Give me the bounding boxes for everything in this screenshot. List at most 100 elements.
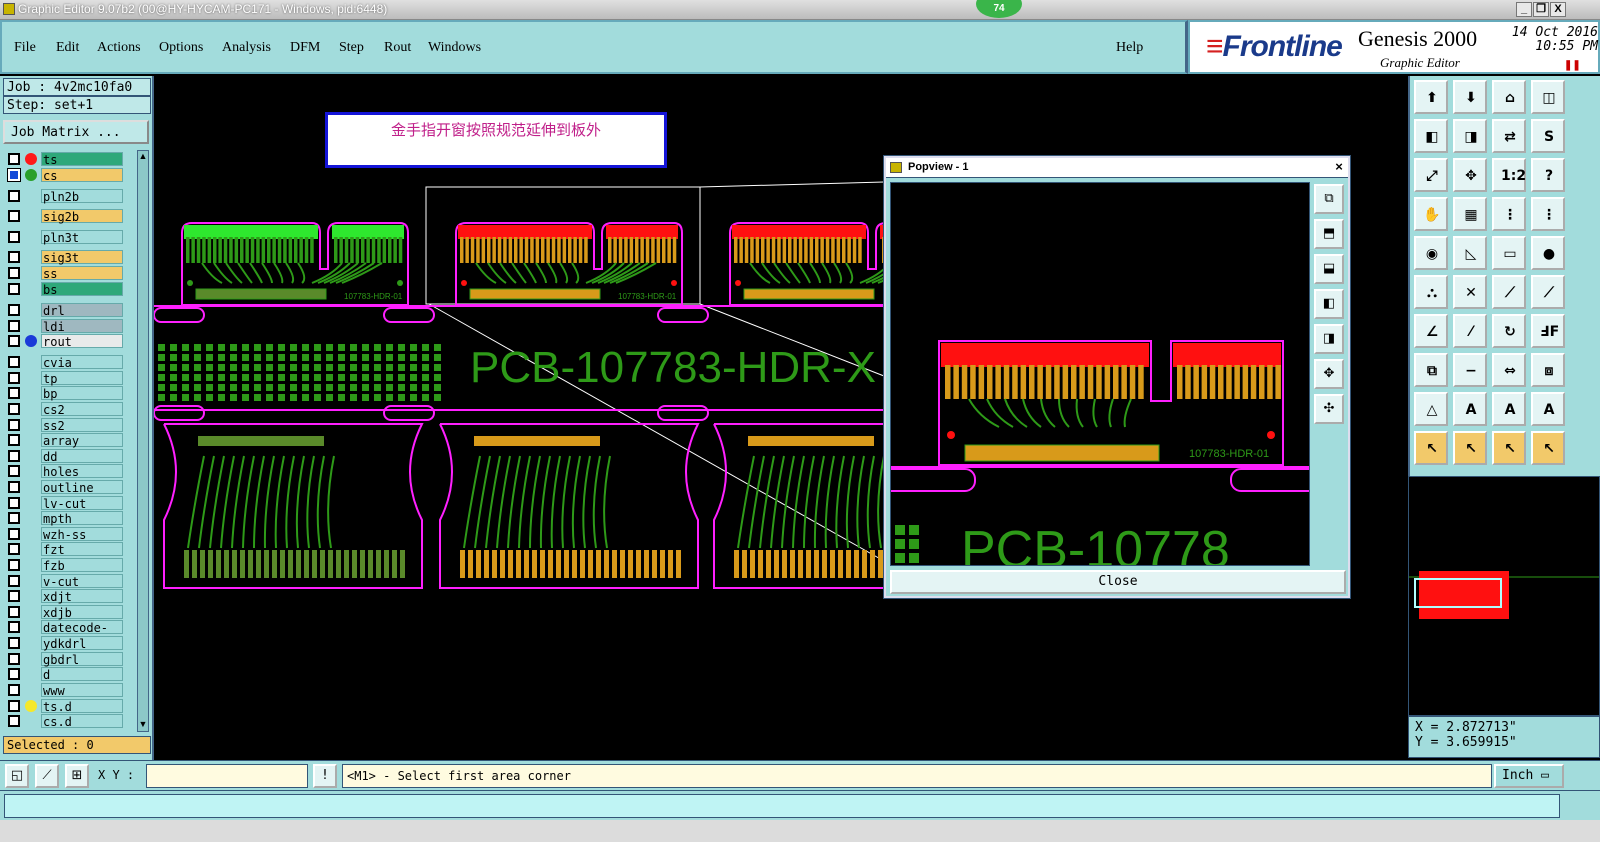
layer-checkbox[interactable] [8, 715, 20, 727]
layer-name[interactable]: xdjb [41, 605, 123, 620]
scroll-down-icon[interactable]: ▼ [138, 719, 148, 731]
layer-row-cs[interactable]: cs [5, 168, 123, 183]
layer-checkbox[interactable] [8, 653, 20, 665]
minimap[interactable] [1408, 476, 1600, 716]
menu-file[interactable]: File [14, 40, 36, 56]
layer-name[interactable]: lv-cut [41, 496, 123, 511]
layer-checkbox[interactable] [8, 190, 20, 202]
layer-name[interactable]: dd [41, 449, 123, 464]
menu-edit[interactable]: Edit [56, 40, 79, 56]
pop-zoom-in-icon[interactable]: ✥ [1314, 359, 1344, 389]
layer-row-wzh-ss[interactable]: wzh-ss [5, 527, 123, 542]
minus-icon[interactable]: − [1453, 353, 1487, 387]
pop-zoom-fit-icon[interactable]: ⧉ [1314, 184, 1344, 214]
layer-name[interactable]: cs2 [41, 402, 123, 417]
pause-indicator-icon[interactable]: ❚❚ [1564, 60, 1581, 71]
copy-icon[interactable]: ⧉ [1414, 353, 1448, 387]
pan-left-icon[interactable]: ◧ [1414, 119, 1448, 153]
home-up-icon[interactable]: ⬆ [1414, 80, 1448, 114]
ruler-icon[interactable]: ▭ [1492, 236, 1526, 270]
layer-row-rout[interactable]: rout [5, 334, 123, 349]
layer-row-fzb[interactable]: fzb [5, 558, 123, 573]
layer-name[interactable]: sig3t [41, 250, 123, 265]
layer-checkbox[interactable] [7, 168, 21, 182]
restore-button[interactable]: ❐ [1533, 2, 1549, 17]
layer-checkbox[interactable] [8, 419, 20, 431]
popview-drawing[interactable]: 107783-HDR-01 PCB-10778 [891, 183, 1310, 566]
layer-checkbox[interactable] [8, 450, 20, 462]
popview-close-icon[interactable]: × [1332, 160, 1346, 174]
layer-checkbox[interactable] [8, 512, 20, 524]
layer-checkbox[interactable] [8, 283, 20, 295]
layer-checkbox[interactable] [8, 543, 20, 555]
swap-icon[interactable]: ⇄ [1492, 119, 1526, 153]
layer-checkbox[interactable] [8, 434, 20, 446]
dot-icon[interactable]: ● [1531, 236, 1565, 270]
layer-name[interactable]: xdjt [41, 589, 123, 604]
xy-input[interactable] [146, 764, 308, 788]
layer-checkbox[interactable] [8, 372, 20, 384]
layer-name[interactable]: array [41, 433, 123, 448]
layer-checkbox[interactable] [8, 210, 20, 222]
notification-badge[interactable]: 74 [976, 0, 1022, 18]
rotate-icon[interactable]: ↻ [1492, 314, 1526, 348]
grid-icon[interactable]: ⊞ [65, 764, 89, 788]
layer-checkbox[interactable] [8, 590, 20, 602]
line-pick-alt-icon[interactable]: ⟋ [1531, 275, 1565, 309]
layer-name[interactable]: ss2 [41, 418, 123, 433]
close-window-button[interactable]: X [1550, 2, 1566, 17]
layer-checkbox[interactable] [8, 668, 20, 680]
layer-name[interactable]: outline [41, 480, 123, 495]
layer-row-drl[interactable]: drl [5, 303, 123, 318]
layer-row-lv-cut[interactable]: lv-cut [5, 496, 123, 511]
menu-rout[interactable]: Rout [384, 40, 411, 56]
layer-name[interactable]: d [41, 667, 123, 682]
layer-row-outline[interactable]: outline [5, 480, 123, 495]
layer-name[interactable]: v-cut [41, 574, 123, 589]
layer-row-ss2[interactable]: ss2 [5, 418, 123, 433]
layer-row-pln2b[interactable]: pln2b [5, 189, 123, 204]
menu-dfm[interactable]: DFM [290, 40, 320, 56]
layer-checkbox[interactable] [8, 575, 20, 587]
layer-name[interactable]: datecode-ss [41, 620, 123, 649]
layer-checkbox[interactable] [8, 403, 20, 415]
layer-checkbox[interactable] [8, 559, 20, 571]
layer-checkbox[interactable] [8, 356, 20, 368]
redraw-icon[interactable]: S [1531, 119, 1565, 153]
menu-help[interactable]: Help [1116, 40, 1143, 56]
layer-row-v-cut[interactable]: v-cut [5, 574, 123, 589]
select-icon[interactable]: ◉ [1414, 236, 1448, 270]
scroll-up-icon[interactable]: ▲ [138, 151, 148, 163]
pop-pan-up-icon[interactable]: ⬒ [1314, 219, 1344, 249]
layer-name[interactable]: pln2b [41, 189, 123, 204]
layer-row-ts[interactable]: ts [5, 152, 123, 167]
layer-checkbox[interactable] [8, 700, 20, 712]
layer-checkbox[interactable] [8, 621, 20, 633]
layer-name[interactable]: sig2b [41, 209, 123, 224]
layer-row-datecode-ss[interactable]: datecode-ss [5, 620, 123, 649]
layer-checkbox[interactable] [8, 153, 20, 165]
layer-row-ts.d[interactable]: ts.d [5, 699, 123, 714]
angle-icon[interactable]: ∠ [1414, 314, 1448, 348]
minimize-button[interactable]: _ [1516, 2, 1532, 17]
layer-checkbox[interactable] [8, 304, 20, 316]
zoom-fit-icon[interactable]: ⤢ [1414, 158, 1448, 192]
layer-checkbox[interactable] [8, 528, 20, 540]
layer-name[interactable]: mpth [41, 511, 123, 526]
layer-row-gbdrl[interactable]: gbdrl [5, 652, 123, 667]
home-down-icon[interactable]: ⬇ [1453, 80, 1487, 114]
menu-options[interactable]: Options [159, 40, 203, 56]
layer-row-ss[interactable]: ss [5, 266, 123, 281]
cross-icon[interactable]: ✕ [1453, 275, 1487, 309]
layer-row-bs[interactable]: bs [5, 282, 123, 297]
pop-pan-left-icon[interactable]: ◧ [1314, 289, 1344, 319]
layer-name[interactable]: drl [41, 303, 123, 318]
job-matrix-button[interactable]: Job Matrix ... [3, 120, 149, 144]
slash-icon[interactable]: ⁄ [1453, 314, 1487, 348]
layers-alt-icon[interactable]: ⋮ [1531, 197, 1565, 231]
layer-name[interactable]: tp [41, 371, 123, 386]
add-icon[interactable]: A [1453, 392, 1487, 426]
menu-step[interactable]: Step [339, 40, 364, 56]
layer-row-array[interactable]: array [5, 433, 123, 448]
layer-name[interactable]: gbdrl [41, 652, 123, 667]
